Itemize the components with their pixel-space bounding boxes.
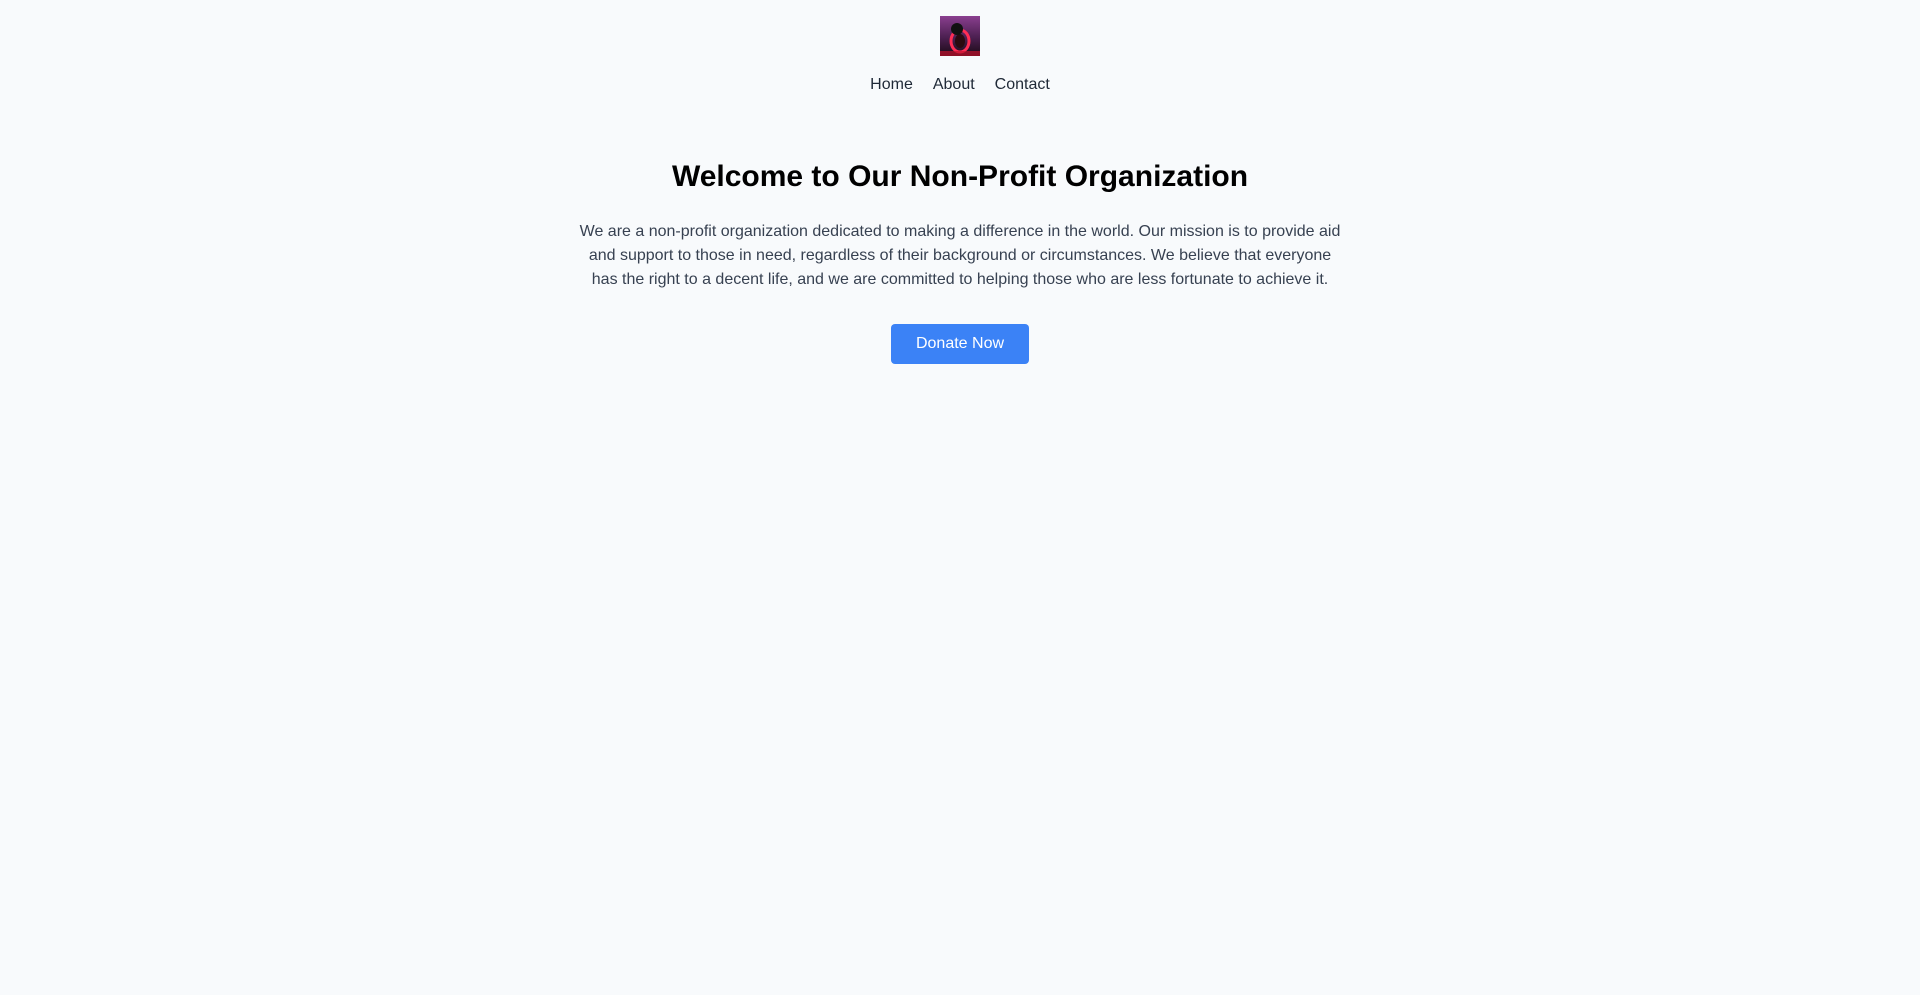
page-title: Welcome to Our Non-Profit Organization [671, 160, 1249, 193]
nav-link-contact[interactable]: Contact [995, 75, 1050, 95]
nav-link-home[interactable]: Home [870, 75, 913, 95]
mission-description: We are a non-profit organization dedicat… [579, 223, 1341, 288]
neon-ring-avatar-icon[interactable] [940, 16, 980, 56]
donate-now-button[interactable]: Donate Now [891, 324, 1029, 364]
nav-link-about[interactable]: About [933, 75, 975, 95]
page: Home About Contact Welcome to Our Non-Pr… [0, 0, 1920, 995]
main-nav: Home About Contact [870, 75, 1050, 95]
site-header: Home About Contact [0, 0, 1920, 95]
hero-section: Welcome to Our Non-Profit Organization W… [0, 159, 1920, 364]
